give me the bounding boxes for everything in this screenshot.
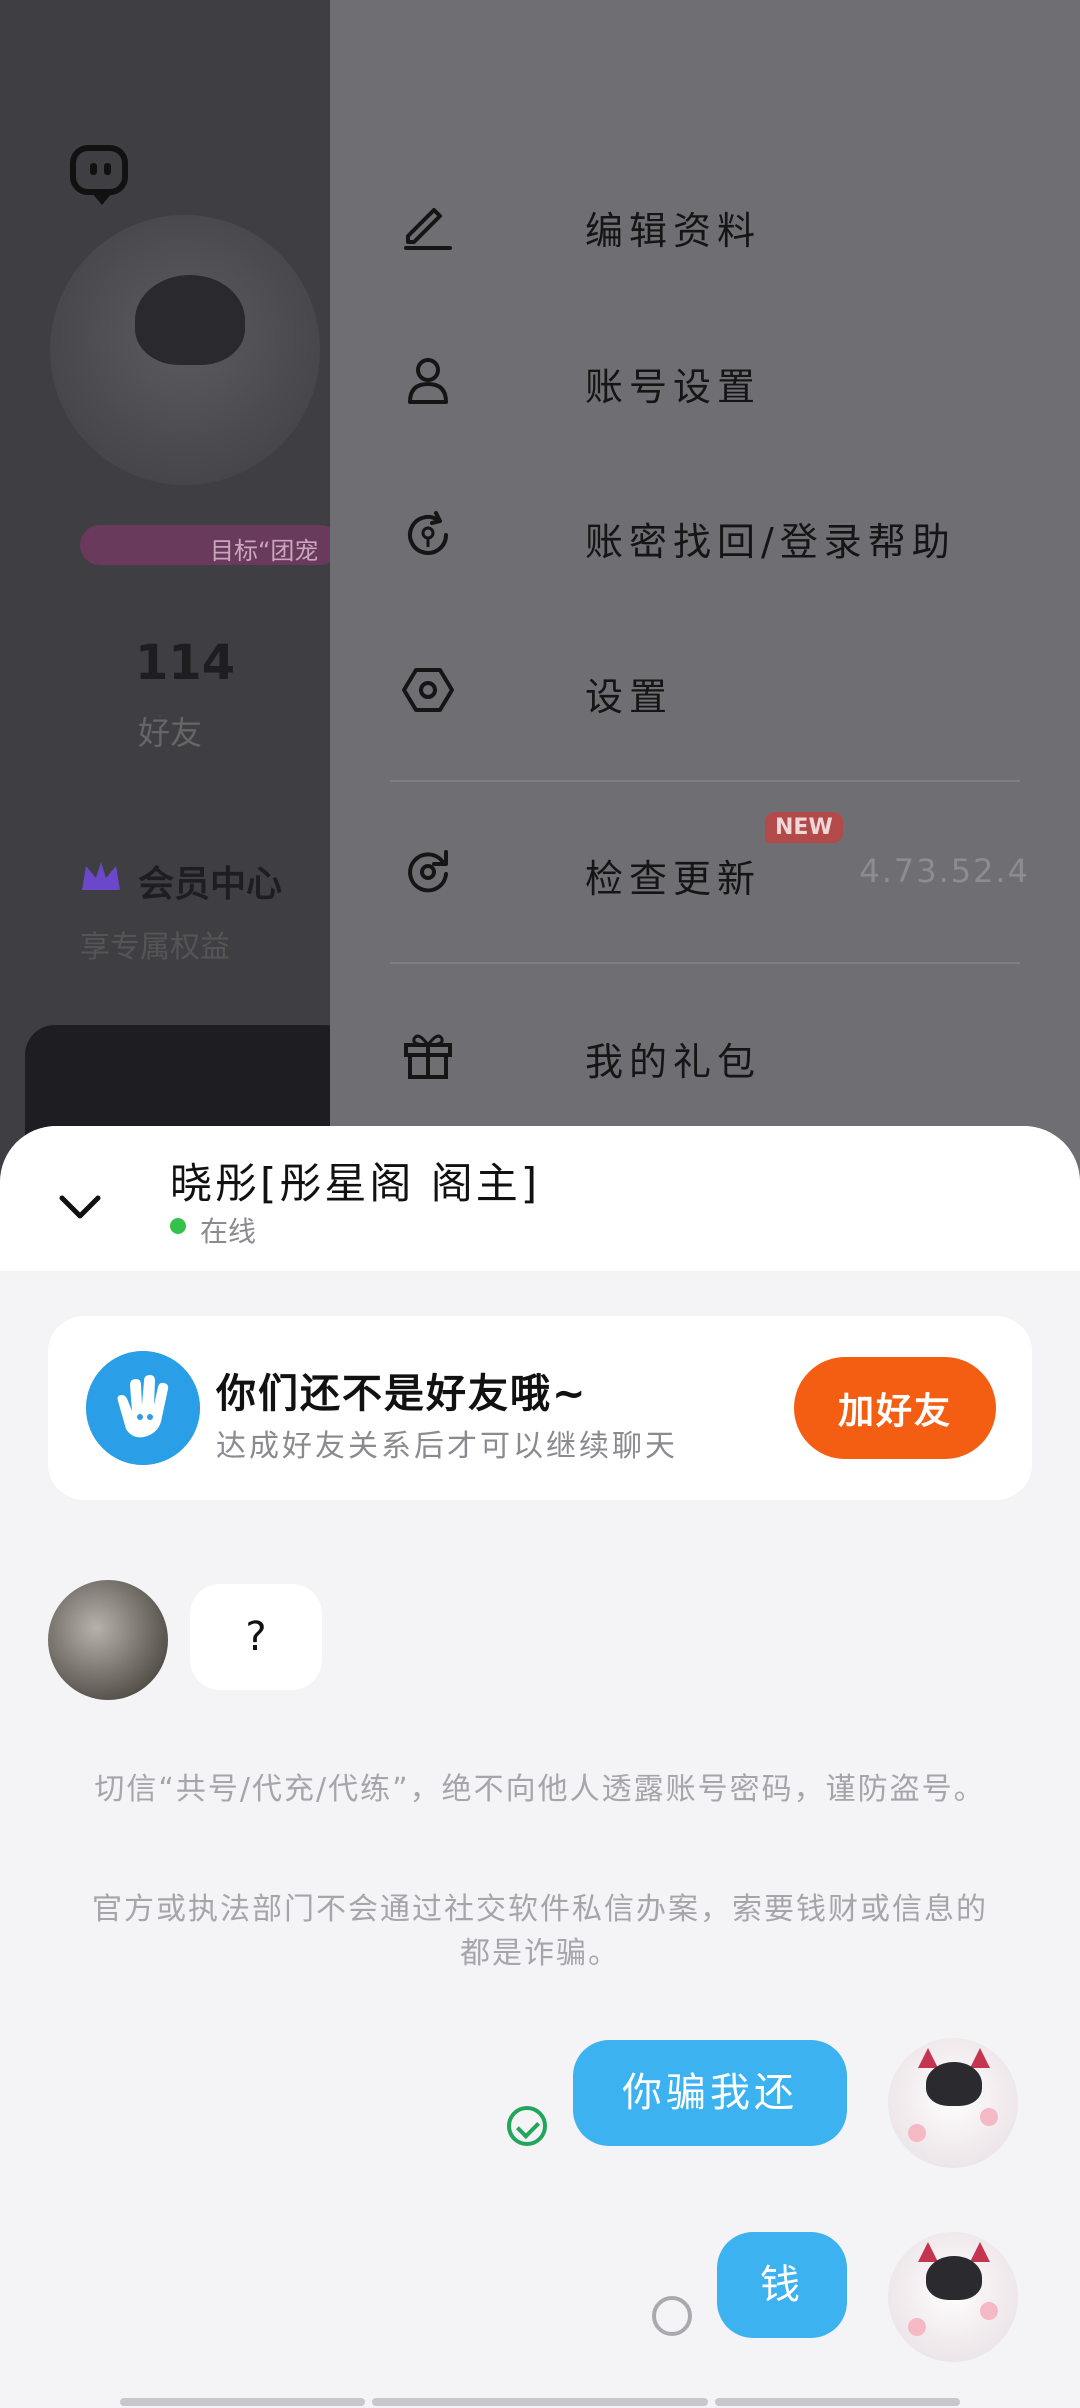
gesture-bar [120, 2398, 365, 2406]
menu-item-label: 检查更新 [585, 857, 762, 901]
chat-icon-eye [90, 163, 97, 175]
vip-center-title[interactable]: 会员中心 [138, 855, 282, 907]
cat-paw [908, 2124, 926, 2142]
chat-sheet: 晓彤[彤星阁 阁主] 在线 你们还不是好友哦~ 达成好友关系后才可以继续聊天 加… [0, 1126, 1080, 2408]
title-badge[interactable]: 目标“团宠 [80, 525, 330, 565]
outgoing-message-bubble[interactable]: 你骗我还 [573, 2040, 847, 2146]
cat-ear [970, 2048, 990, 2068]
outgoing-message-bubble[interactable]: 钱 [717, 2232, 847, 2338]
menu-item-edit-profile[interactable]: 编辑资料 [400, 186, 1030, 266]
menu-divider [390, 780, 1020, 782]
avatar-hair [135, 275, 245, 365]
chat-header: 晓彤[彤星阁 阁主] 在线 [0, 1126, 1080, 1271]
gesture-bar [372, 2398, 708, 2406]
gesture-bar [715, 2398, 960, 2406]
online-status-text: 在线 [200, 1215, 257, 1248]
user-icon [408, 358, 448, 404]
crown-icon [82, 862, 120, 890]
online-status-dot [170, 1218, 186, 1234]
my-avatar[interactable] [888, 2038, 1018, 2168]
not-friends-card: 你们还不是好友哦~ 达成好友关系后才可以继续聊天 加好友 [48, 1316, 1032, 1500]
not-friends-subtitle: 达成好友关系后才可以继续聊天 [216, 1429, 678, 1464]
vip-center-subtitle: 享专属权益 [80, 930, 230, 965]
add-friend-button[interactable]: 加好友 [794, 1357, 996, 1459]
new-badge: NEW [765, 812, 843, 843]
settings-drawer: 编辑资料 账号设置 账密找回/登录帮助 设置 检查更新 NEW 4.73.52.… [330, 0, 1080, 1200]
contact-name[interactable]: 晓彤[彤星阁 阁主] [170, 1150, 540, 1211]
message-pending-circle-icon [652, 2296, 692, 2336]
gift-icon [404, 1034, 452, 1079]
cat-ear [918, 2242, 938, 2262]
avatar-hair [926, 2256, 982, 2300]
safety-notice: 官方或执法部门不会通过社交软件私信办案，索要钱财或信息的都是诈骗。 [92, 1892, 988, 1971]
update-icon [408, 850, 448, 893]
menu-item-label: 设置 [585, 675, 674, 719]
avatar-hair [926, 2062, 982, 2106]
account-recovery-icon [408, 511, 448, 555]
menu-item-label: 账密找回/登录帮助 [585, 520, 956, 564]
menu-item-check-update[interactable]: 检查更新 NEW 4.73.52.4 [400, 812, 1030, 914]
chevron-down-icon[interactable] [58, 1184, 102, 1228]
app-version: 4.73.52.4 [859, 852, 1030, 890]
menu-item-label: 我的礼包 [585, 1040, 762, 1084]
friend-count-label: 好友 [138, 714, 203, 752]
friend-count[interactable]: 114 [135, 635, 235, 691]
menu-item-label: 编辑资料 [585, 209, 762, 253]
not-friends-title: 你们还不是好友哦~ [216, 1371, 588, 1417]
menu-item-account-settings[interactable]: 账号设置 [400, 342, 1030, 422]
menu-item-settings[interactable]: 设置 [400, 652, 1030, 732]
menu-item-account-recovery[interactable]: 账密找回/登录帮助 [400, 497, 1030, 577]
profile-page-background: 目标“团宠 114 好友 会员中心 享专属权益 [0, 0, 330, 1200]
pencil-icon [404, 208, 452, 250]
chat-icon[interactable] [70, 145, 128, 205]
message-read-check-icon [507, 2106, 547, 2146]
title-badge-text: 目标“团宠 [210, 537, 319, 565]
menu-item-my-gifts[interactable]: 我的礼包 [400, 1017, 1030, 1097]
waving-hand-icon [86, 1351, 200, 1465]
my-avatar[interactable] [888, 2232, 1018, 2362]
chat-icon-eye [104, 163, 111, 175]
cat-paw [980, 2108, 998, 2126]
cat-paw [908, 2318, 926, 2336]
safety-notice: 切信“共号/代充/代练”，绝不向他人透露账号密码，谨防盗号。 [94, 1772, 986, 1807]
settings-hexagon-icon [402, 668, 454, 712]
profile-avatar[interactable] [50, 215, 320, 485]
cat-ear [918, 2048, 938, 2068]
cat-ear [970, 2242, 990, 2262]
menu-item-label: 账号设置 [585, 365, 762, 409]
contact-avatar[interactable] [48, 1580, 168, 1700]
incoming-message-bubble[interactable]: ? [190, 1584, 322, 1690]
cat-paw [980, 2302, 998, 2320]
menu-divider [390, 962, 1020, 964]
